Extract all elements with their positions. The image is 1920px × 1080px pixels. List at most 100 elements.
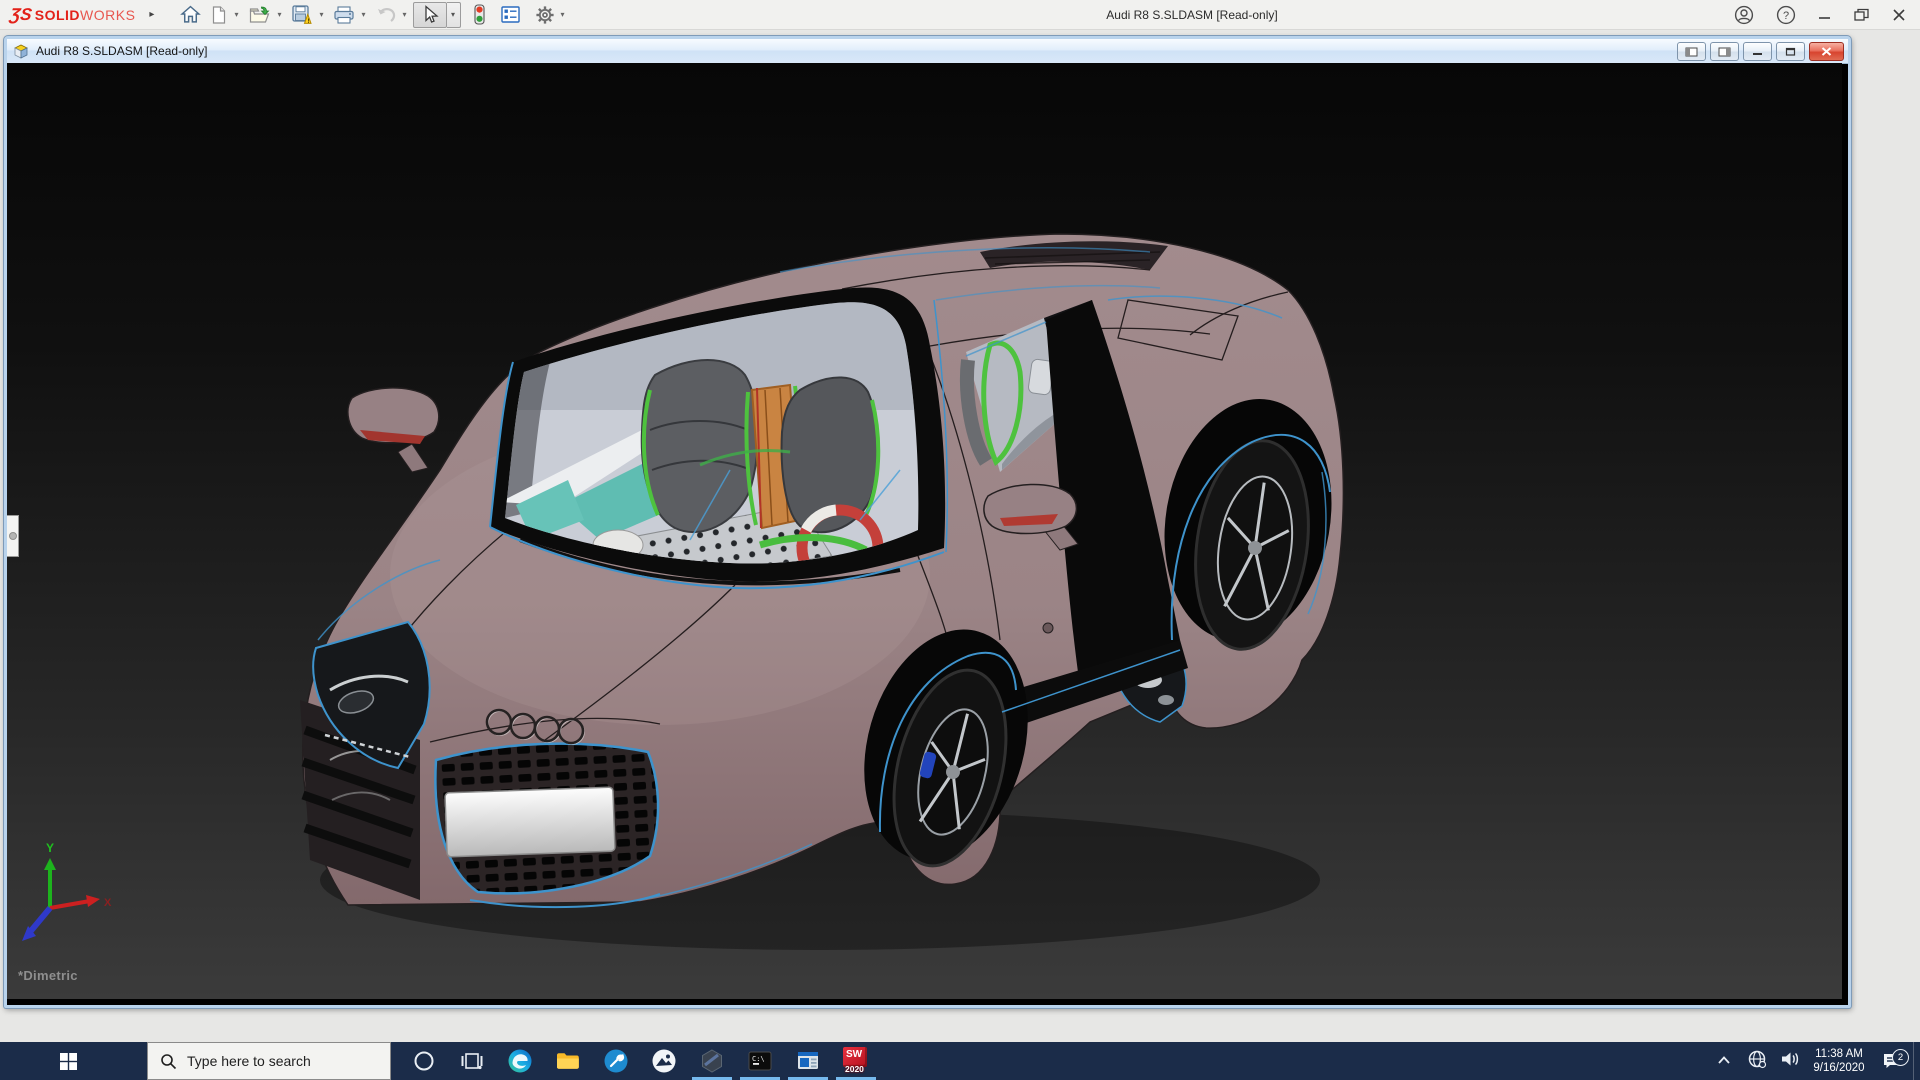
gear-icon xyxy=(535,5,555,25)
print-icon xyxy=(333,5,355,25)
speaker-icon xyxy=(1780,1050,1800,1068)
feature-tree-collapse-tab[interactable] xyxy=(7,515,19,557)
document-titlebar[interactable]: Audi R8 S.SLDASM [Read-only] xyxy=(7,39,1848,64)
select-tool-dropdown[interactable]: ▾ xyxy=(447,2,461,28)
show-desktop-button[interactable] xyxy=(1913,1042,1920,1080)
dropdown-caret[interactable]: ▾ xyxy=(234,10,238,19)
triad-y-label: Y xyxy=(46,841,54,855)
design-table-icon xyxy=(500,5,521,24)
clock-date: 9/16/2020 xyxy=(1807,1061,1871,1075)
svg-text:!: ! xyxy=(308,18,310,25)
help-icon[interactable]: ? xyxy=(1776,5,1796,25)
traffic-light-icon xyxy=(473,4,486,25)
dropdown-caret[interactable]: ▾ xyxy=(561,10,565,19)
photos-icon xyxy=(651,1048,677,1074)
app-title: Audi R8 S.SLDASM [Read-only] xyxy=(1106,0,1277,29)
command-prompt-button[interactable]: C:\ xyxy=(736,1042,784,1080)
doc-close-button[interactable] xyxy=(1809,42,1844,61)
wrench-circle-icon xyxy=(603,1048,629,1074)
globe-network-icon xyxy=(1747,1049,1767,1069)
cortana-button[interactable] xyxy=(400,1042,448,1080)
splitter-handle-icon xyxy=(9,532,17,540)
document-title: Audi R8 S.SLDASM [Read-only] xyxy=(36,44,207,58)
menu-flyout-arrow-icon[interactable]: ▸ xyxy=(149,9,154,20)
hexagon-app-icon xyxy=(699,1048,725,1074)
document-window: Audi R8 S.SLDASM [Read-only] xyxy=(4,36,1851,1008)
options-button[interactable] xyxy=(531,2,559,28)
clock-time: 11:38 AM xyxy=(1807,1047,1871,1061)
license-plate xyxy=(445,787,615,857)
dropdown-caret[interactable]: ▾ xyxy=(319,10,323,19)
close-button[interactable] xyxy=(1892,8,1906,22)
home-button[interactable] xyxy=(176,2,205,28)
graphics-viewport[interactable]: Y X *Dimetric xyxy=(7,63,1842,999)
edge-button[interactable] xyxy=(496,1042,544,1080)
blue-window-app-icon xyxy=(795,1048,821,1074)
doc-minimize-button[interactable] xyxy=(1743,42,1772,61)
app-window-button[interactable] xyxy=(784,1042,832,1080)
chevron-up-icon xyxy=(1717,1055,1731,1065)
quick-access-toolbar: ▾ ▾ ! ▾ ▾ xyxy=(176,0,570,29)
dropdown-caret[interactable]: ▾ xyxy=(403,10,407,19)
system-tray: 11:38 AM 9/16/2020 2 xyxy=(1707,1042,1920,1080)
app-hexagon-button[interactable] xyxy=(688,1042,736,1080)
minimize-button[interactable] xyxy=(1818,8,1832,22)
search-placeholder: Type here to search xyxy=(187,1053,311,1069)
dropdown-caret[interactable]: ▾ xyxy=(277,10,281,19)
open-folder-icon xyxy=(248,5,271,25)
triad-x-label: X xyxy=(104,897,112,909)
new-document-button[interactable] xyxy=(205,2,232,28)
search-icon xyxy=(160,1053,177,1070)
dropdown-caret[interactable]: ▾ xyxy=(361,10,365,19)
home-icon xyxy=(180,4,201,25)
select-cursor-icon xyxy=(421,5,439,24)
mirror-left xyxy=(348,388,439,472)
seat-left xyxy=(642,360,758,532)
notification-count-badge: 2 xyxy=(1892,1049,1909,1066)
undo-icon xyxy=(376,5,397,24)
photos-button[interactable] xyxy=(640,1042,688,1080)
view-orientation-label: *Dimetric xyxy=(18,968,78,983)
dassault-logo-icon: ƷS xyxy=(9,5,34,25)
titlebar-controls: ? xyxy=(1734,0,1920,29)
app-titlebar: ƷS SOLID WORKS ▸ ▾ ▾ xyxy=(0,0,1920,30)
car-model-audi-r8[interactable]: Y X xyxy=(7,63,1842,999)
solidworks-2020-icon: SW 2020 xyxy=(841,1046,871,1076)
doc-restore-button[interactable] xyxy=(1776,42,1805,61)
undo-button[interactable] xyxy=(372,2,401,28)
save-icon: ! xyxy=(291,4,313,25)
rebuild-button[interactable] xyxy=(469,2,490,28)
design-table-button[interactable] xyxy=(496,2,525,28)
print-button[interactable] xyxy=(329,2,359,28)
volume-button[interactable] xyxy=(1773,1050,1807,1073)
support-tool-button[interactable] xyxy=(592,1042,640,1080)
restore-button[interactable] xyxy=(1854,8,1870,22)
assembly-icon xyxy=(12,42,30,60)
task-view-button[interactable] xyxy=(448,1042,496,1080)
taskbar-search-input[interactable]: Type here to search xyxy=(147,1042,391,1080)
network-button[interactable] xyxy=(1741,1049,1773,1074)
svg-text:?: ? xyxy=(1783,10,1789,22)
edge-icon xyxy=(507,1048,533,1074)
account-icon[interactable] xyxy=(1734,5,1754,25)
tray-chevron-button[interactable] xyxy=(1707,1052,1741,1070)
pane-right-button[interactable] xyxy=(1710,42,1739,61)
windows-taskbar: Type here to search xyxy=(0,1042,1920,1080)
door-button xyxy=(1043,623,1053,633)
windows-logo-icon xyxy=(60,1053,77,1070)
file-explorer-button[interactable] xyxy=(544,1042,592,1080)
select-tool-button[interactable] xyxy=(413,2,447,28)
file-explorer-icon xyxy=(555,1048,581,1074)
svg-text:C:\: C:\ xyxy=(752,1055,765,1063)
taskbar-clock[interactable]: 11:38 AM 9/16/2020 xyxy=(1807,1047,1871,1075)
task-view-icon xyxy=(461,1050,483,1072)
command-prompt-icon: C:\ xyxy=(747,1048,773,1074)
open-button[interactable] xyxy=(244,2,275,28)
start-button[interactable] xyxy=(44,1042,92,1080)
new-document-icon xyxy=(209,5,228,25)
action-center-button[interactable]: 2 xyxy=(1871,1052,1913,1070)
document-window-buttons xyxy=(1677,42,1844,61)
save-button[interactable]: ! xyxy=(287,2,317,28)
solidworks-taskbar-button[interactable]: SW 2020 xyxy=(832,1042,880,1080)
pane-left-button[interactable] xyxy=(1677,42,1706,61)
